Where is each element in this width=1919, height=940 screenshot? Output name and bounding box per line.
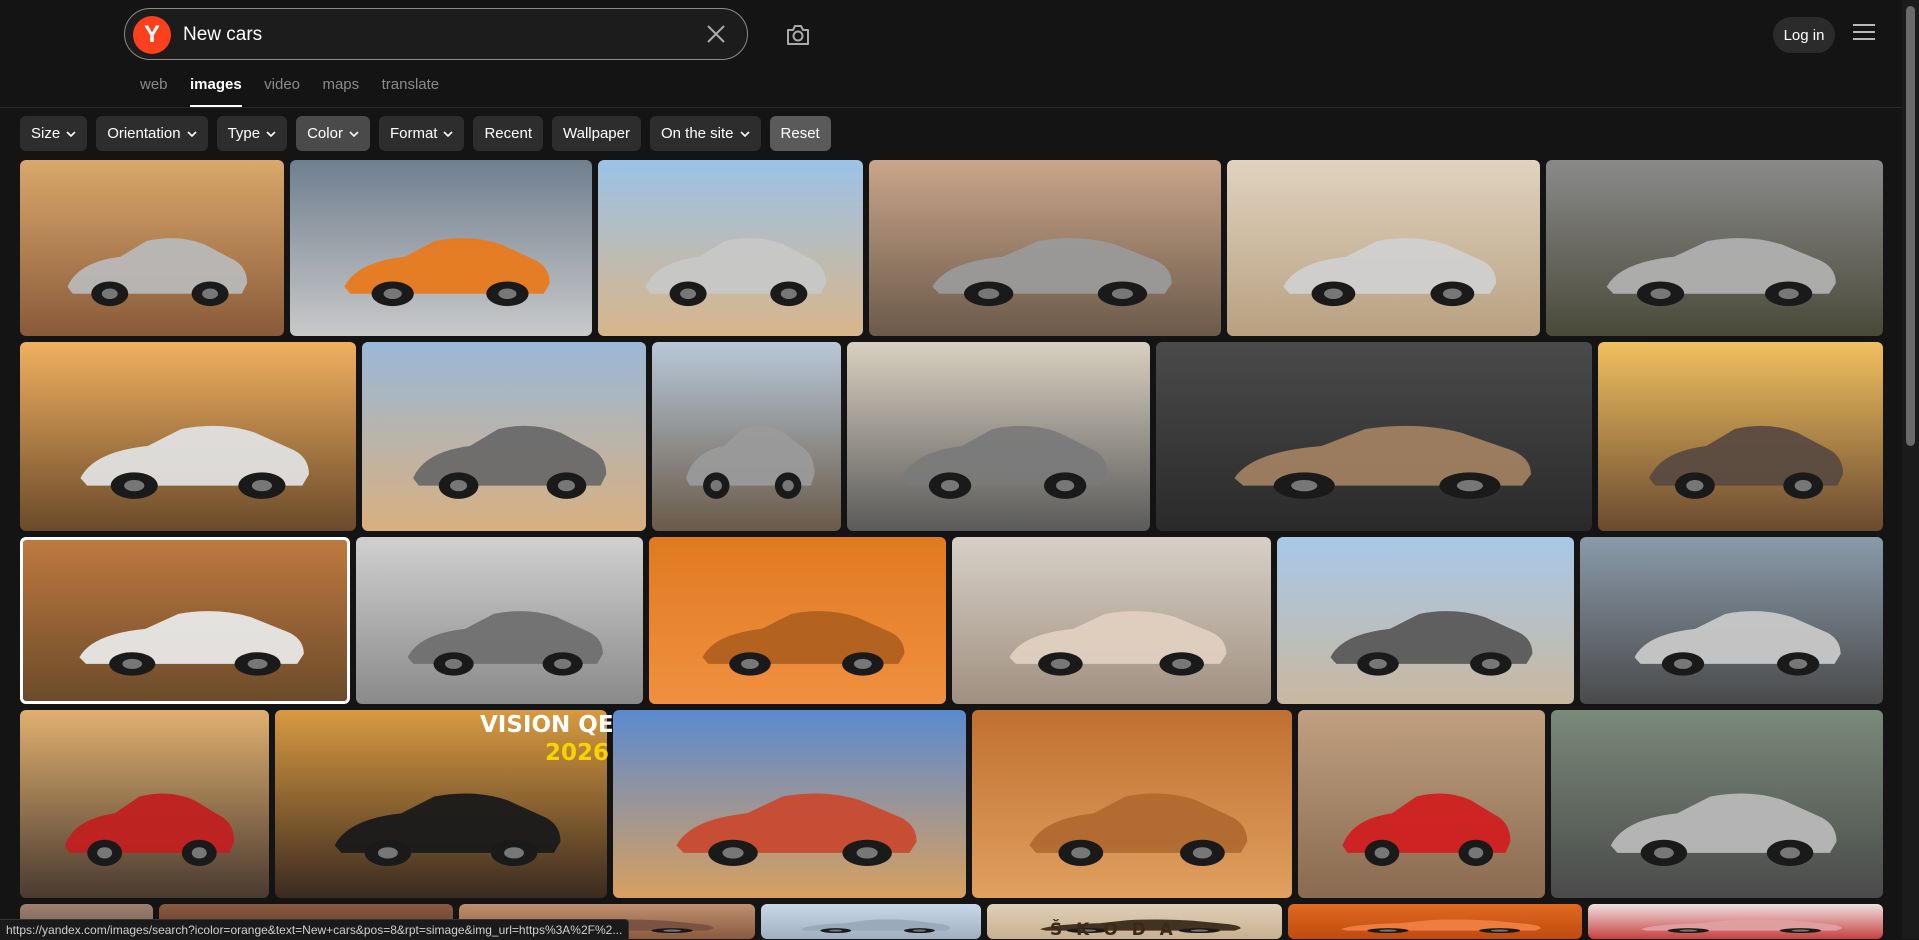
status-bar-url: https://yandex.com/images/search?icolor=… [0, 919, 630, 940]
image-thumbnail[interactable] [1580, 537, 1883, 704]
image-thumbnail[interactable] [652, 342, 841, 531]
chevron-down-icon [739, 130, 750, 137]
scrollbar[interactable] [1902, 0, 1919, 939]
filter-wallpaper[interactable]: Wallpaper [552, 116, 641, 151]
menu-icon[interactable] [1853, 24, 1875, 44]
filter-recent[interactable]: Recent [473, 116, 543, 151]
image-thumbnail[interactable] [20, 710, 269, 898]
scrollbar-thumb[interactable] [1906, 6, 1915, 446]
filter-type[interactable]: Type [216, 116, 288, 151]
tab-video[interactable]: video [264, 76, 300, 107]
image-thumbnail[interactable] [649, 537, 946, 704]
image-thumbnail[interactable] [952, 537, 1271, 704]
image-thumbnail[interactable] [1551, 710, 1883, 898]
chevron-down-icon [443, 130, 454, 137]
search-input[interactable]: New cars [183, 24, 262, 46]
search-box[interactable]: Y New cars [124, 8, 748, 60]
camera-icon[interactable] [784, 21, 812, 49]
image-thumbnail[interactable] [598, 160, 863, 336]
image-thumbnail[interactable] [290, 160, 592, 336]
image-thumbnail[interactable] [1546, 160, 1883, 336]
image-thumbnail[interactable] [1156, 342, 1592, 531]
skoda-text: Š K O D A [1050, 920, 1177, 940]
tab-images[interactable]: images [189, 76, 242, 107]
image-thumbnail[interactable] [20, 537, 350, 704]
image-thumbnail[interactable] [1277, 537, 1574, 704]
image-thumbnail[interactable] [20, 342, 356, 531]
image-thumbnail[interactable] [869, 160, 1221, 336]
vision-qe-text-1: VISION QE [480, 712, 614, 738]
chevron-down-icon [349, 130, 359, 137]
filter-color[interactable]: Color [296, 116, 370, 151]
image-thumbnail[interactable] [1588, 904, 1883, 939]
image-thumbnail[interactable] [972, 710, 1292, 898]
image-thumbnail[interactable] [1288, 904, 1582, 939]
image-thumbnail[interactable] [613, 710, 966, 898]
tab-translate[interactable]: translate [382, 76, 440, 107]
filter-size[interactable]: Size [20, 116, 88, 151]
image-thumbnail[interactable] [1598, 342, 1883, 531]
image-thumbnail[interactable] [362, 342, 646, 531]
yandex-logo[interactable]: Y [133, 16, 171, 54]
search-tabs: web images video maps translate [140, 76, 457, 107]
image-thumbnail[interactable] [1298, 710, 1545, 898]
image-thumbnail[interactable] [275, 710, 607, 898]
filter-orientation[interactable]: Orientation [96, 116, 208, 151]
image-thumbnail[interactable] [761, 904, 981, 939]
tab-web[interactable]: web [140, 76, 168, 107]
vision-qe-text-2: 2026 [545, 740, 610, 766]
chevron-down-icon [186, 130, 197, 137]
close-icon[interactable] [703, 21, 729, 47]
tab-maps[interactable]: maps [322, 76, 359, 107]
chevron-down-icon [66, 130, 76, 137]
filter-format[interactable]: Format [378, 116, 465, 151]
image-thumbnail[interactable] [20, 160, 284, 336]
login-button[interactable]: Log in [1773, 17, 1835, 53]
image-thumbnail[interactable] [1227, 160, 1540, 336]
filter-bar: Size Orientation Type Color Format Recen… [20, 116, 840, 151]
top-header: Y New cars Log in web images video maps … [0, 0, 1902, 108]
image-thumbnail[interactable] [356, 537, 643, 704]
filter-on-the-site[interactable]: On the site [649, 116, 761, 151]
chevron-down-icon [266, 130, 276, 137]
reset-filters-button[interactable]: Reset [769, 116, 831, 151]
image-thumbnail[interactable] [847, 342, 1150, 531]
